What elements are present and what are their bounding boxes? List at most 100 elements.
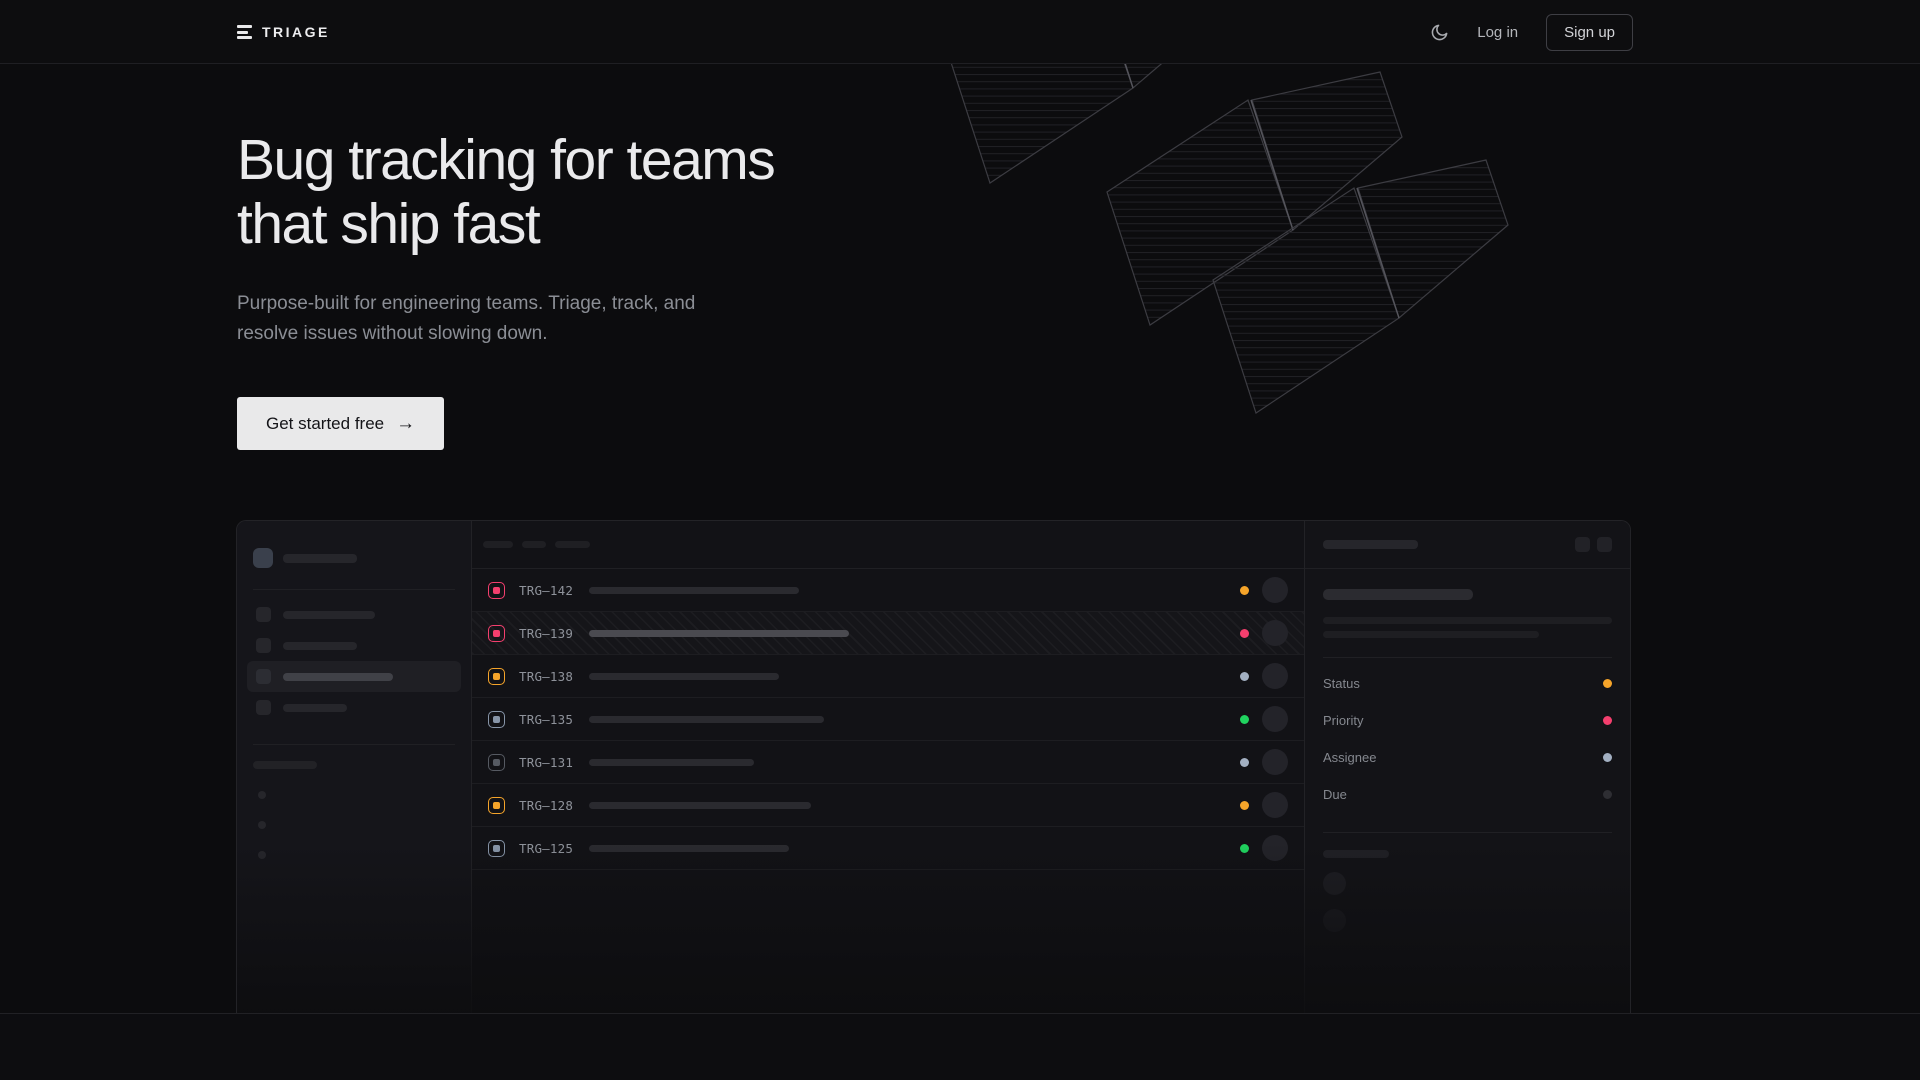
field-label: Due <box>1323 787 1347 802</box>
assignee-avatar-placeholder <box>1262 835 1288 861</box>
workspace-name-placeholder <box>283 554 357 563</box>
get-started-label: Get started free <box>266 414 384 434</box>
list-dot-placeholder <box>258 791 266 799</box>
issue-title-placeholder <box>589 716 824 723</box>
footer <box>0 1013 1920 1080</box>
section-label-placeholder <box>253 761 317 769</box>
issue-status-icon-fill <box>493 759 500 766</box>
wireframe-panels-graphic <box>940 64 1560 484</box>
hero-title-line1: Bug tracking for teams <box>237 128 774 192</box>
sidebar-item-placeholder <box>247 599 461 630</box>
field-row-due: Due <box>1323 776 1612 813</box>
issue-status-icon <box>488 840 505 857</box>
issue-id: TRG–128 <box>519 798 577 813</box>
issue-state-dot <box>1240 715 1249 724</box>
hero-section: Bug tracking for teams that ship fast Pu… <box>237 128 774 450</box>
issue-state-dot <box>1240 672 1249 681</box>
issue-status-icon-fill <box>493 802 500 809</box>
hero-title: Bug tracking for teams that ship fast <box>237 128 774 256</box>
hero-subtitle-line1: Purpose-built for engineering teams. Tri… <box>237 289 774 319</box>
issue-status-icon <box>488 711 505 728</box>
app-mockup: TRG–142 TRG–139 TRG–138 TRG–135 <box>236 520 1631 1013</box>
nav-label-placeholder <box>283 673 393 681</box>
issue-status-icon <box>488 797 505 814</box>
detail-panel-header <box>1305 521 1630 569</box>
mockup-issue-list: TRG–142 TRG–139 TRG–138 TRG–135 <box>472 521 1304 1013</box>
filter-placeholder <box>483 541 513 548</box>
filter-placeholder <box>522 541 546 548</box>
field-value-dot <box>1603 716 1612 725</box>
issue-id: TRG–139 <box>519 626 577 641</box>
issue-status-icon-fill <box>493 845 500 852</box>
issue-title-placeholder <box>589 630 849 637</box>
nav-right: Log in Sign up <box>1430 14 1633 51</box>
nav-label-placeholder <box>283 704 347 712</box>
issue-state-dot <box>1240 801 1249 810</box>
brand[interactable]: TRIAGE <box>237 24 330 40</box>
mockup-sidebar <box>237 521 472 1013</box>
assignee-avatar-placeholder <box>1262 577 1288 603</box>
filter-placeholder <box>555 541 590 548</box>
issue-status-icon-fill <box>493 716 500 723</box>
issue-row-highlighted: TRG–139 <box>472 612 1304 655</box>
nav-icon-placeholder <box>256 669 271 684</box>
field-value-dot <box>1603 679 1612 688</box>
assignee-avatar-placeholder <box>1262 792 1288 818</box>
field-label: Priority <box>1323 713 1363 728</box>
hero-subtitle-line2: resolve issues without slowing down. <box>237 319 774 349</box>
description-line-placeholder <box>1323 617 1612 624</box>
issue-title-placeholder <box>1323 589 1473 600</box>
theme-toggle-button[interactable] <box>1430 23 1449 42</box>
issue-title-placeholder <box>589 802 811 809</box>
mockup-list-toolbar <box>472 521 1304 569</box>
triage-logo-icon <box>237 25 252 39</box>
field-value-dot <box>1603 790 1612 799</box>
divider <box>1323 832 1612 833</box>
hero-subtitle: Purpose-built for engineering teams. Tri… <box>237 289 774 349</box>
field-row-status: Status <box>1323 665 1612 702</box>
brand-name: TRIAGE <box>262 24 330 40</box>
issue-state-dot <box>1240 629 1249 638</box>
assignee-avatar-placeholder <box>1262 663 1288 689</box>
login-link[interactable]: Log in <box>1477 24 1518 41</box>
field-value-dot <box>1603 753 1612 762</box>
assignee-avatar-placeholder <box>1262 706 1288 732</box>
get-started-button[interactable]: Get started free → <box>237 397 444 450</box>
field-label: Status <box>1323 676 1360 691</box>
issue-row: TRG–128 <box>472 784 1304 827</box>
divider <box>253 744 455 745</box>
assignee-avatar-placeholder <box>1262 620 1288 646</box>
issue-title-placeholder <box>589 845 789 852</box>
issue-status-icon <box>488 582 505 599</box>
issue-row: TRG–135 <box>472 698 1304 741</box>
divider <box>253 589 455 590</box>
breadcrumb-placeholder <box>1323 540 1418 549</box>
nav-inner: TRIAGE Log in Sign up <box>237 0 1633 64</box>
mockup-detail-panel: Status Priority Assignee Due <box>1304 521 1630 1013</box>
detail-panel-body: Status Priority Assignee Due <box>1305 589 1630 932</box>
assignee-avatar-placeholder <box>1262 749 1288 775</box>
divider <box>1323 657 1612 658</box>
issue-id: TRG–125 <box>519 841 577 856</box>
issue-title-placeholder <box>589 759 754 766</box>
hero-title-line2: that ship fast <box>237 192 774 256</box>
detail-fields: Status Priority Assignee Due <box>1323 665 1612 813</box>
sidebar-item-placeholder <box>247 692 461 723</box>
issue-row: TRG–138 <box>472 655 1304 698</box>
mockup-workspace-row <box>253 548 455 568</box>
field-label: Assignee <box>1323 750 1376 765</box>
signup-button[interactable]: Sign up <box>1546 14 1633 51</box>
top-nav: TRIAGE Log in Sign up <box>0 0 1920 64</box>
field-row-priority: Priority <box>1323 702 1612 739</box>
issue-state-dot <box>1240 844 1249 853</box>
issue-id: TRG–135 <box>519 712 577 727</box>
issue-row: TRG–142 <box>472 569 1304 612</box>
issue-row: TRG–131 <box>472 741 1304 784</box>
workspace-avatar-placeholder <box>253 548 273 568</box>
comment-avatar-placeholder <box>1323 872 1346 895</box>
panel-action-placeholder <box>1597 537 1612 552</box>
sidebar-item-placeholder <box>247 630 461 661</box>
issue-state-dot <box>1240 758 1249 767</box>
panel-action-placeholder <box>1575 537 1590 552</box>
list-dot-placeholder <box>258 851 266 859</box>
